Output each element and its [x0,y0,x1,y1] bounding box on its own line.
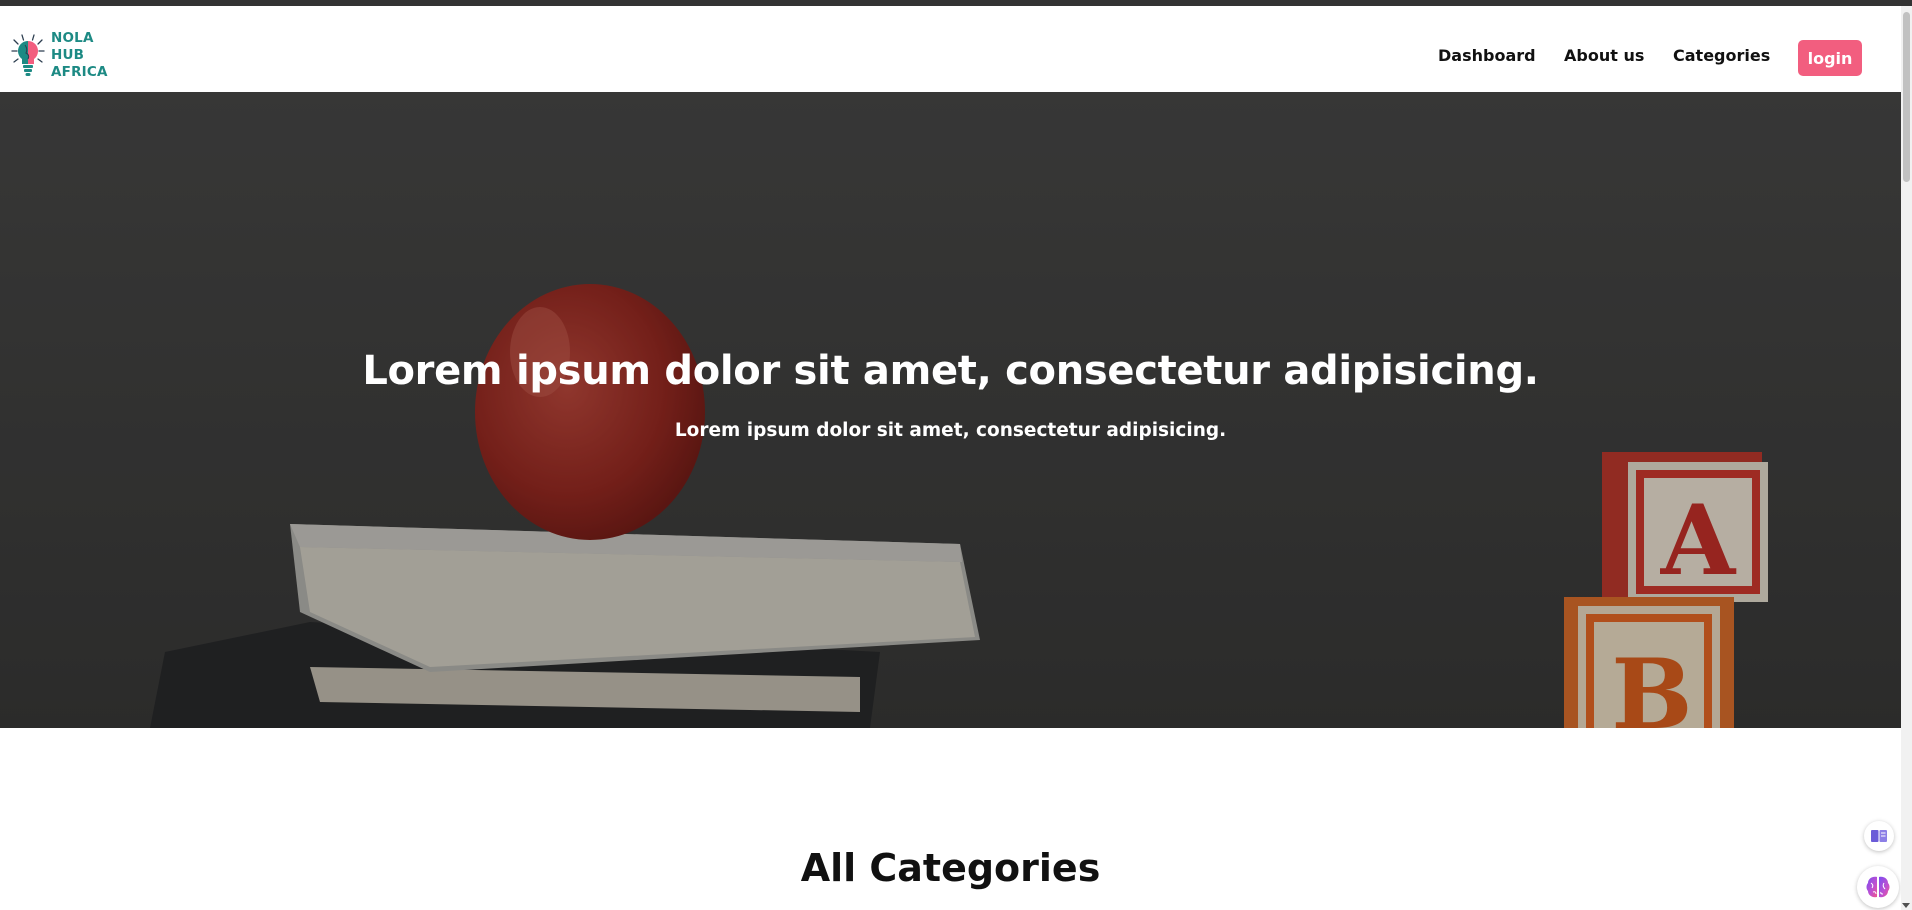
lightbulb-icon [11,33,45,76]
brain-icon [1866,876,1890,898]
brand-name: NOLA HUB AFRICA [51,30,108,81]
page-scrollbar[interactable] [1901,6,1912,910]
login-button[interactable]: login [1798,40,1862,76]
brand-line-2: HUB [51,47,85,63]
navbar: NOLA HUB AFRICA Dashboard About us Categ… [0,6,1901,92]
brand-logo[interactable]: NOLA HUB AFRICA [8,30,108,81]
hero-overlay [0,92,1901,728]
brand-line-1: NOLA [51,30,94,46]
hero-subtitle: Lorem ipsum dolor sit amet, consectetur … [674,420,1227,441]
assistant-widget-button[interactable] [1857,866,1899,908]
scroll-down-arrow-icon[interactable] [1902,903,1910,908]
hero-title: Lorem ipsum dolor sit amet, consectetur … [362,348,1539,394]
nav-about-link[interactable]: About us [1564,46,1644,65]
all-categories-heading: All Categories [800,846,1101,890]
scrollbar-thumb[interactable] [1903,12,1910,182]
nav-categories-link[interactable]: Categories [1673,46,1770,65]
book-icon [1871,830,1887,842]
page: NOLA HUB AFRICA Dashboard About us Categ… [0,6,1901,910]
reader-widget-button[interactable] [1864,821,1894,851]
nav-dashboard-link[interactable]: Dashboard [1438,46,1536,65]
hero-section: A B Lorem ipsum dolor sit amet, consecte… [0,92,1901,728]
brand-line-3: AFRICA [51,64,108,80]
